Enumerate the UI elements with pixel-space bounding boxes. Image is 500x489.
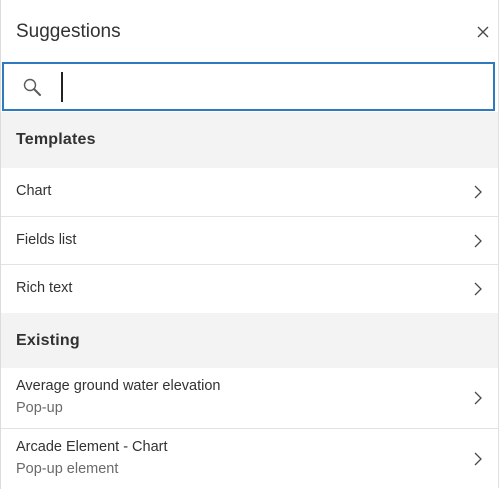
list-item-sublabel: Pop-up — [16, 400, 63, 416]
chevron-right-icon — [474, 234, 482, 248]
search-icon — [23, 78, 41, 96]
list-item-chart[interactable]: Chart — [1, 168, 498, 216]
panel-header: Suggestions — [0, 0, 499, 62]
search-box[interactable] — [2, 62, 495, 111]
chevron-right-icon — [474, 282, 482, 296]
close-icon — [477, 26, 489, 38]
list-item-arcade-element-chart[interactable]: Arcade Element - Chart Pop-up element — [1, 428, 498, 488]
list-item-label: Rich text — [16, 280, 73, 296]
text-caret — [61, 72, 63, 102]
list-item-average-ground-water-elevation[interactable]: Average ground water elevation Pop-up — [1, 368, 498, 428]
group-header-templates: Templates — [1, 112, 498, 168]
suggestions-panel: Suggestions Templates Chart Fields list … — [0, 0, 499, 489]
group-header-existing: Existing — [1, 313, 498, 368]
list-item-label: Arcade Element - Chart — [16, 439, 168, 455]
list-item-label: Chart — [16, 183, 52, 199]
chevron-right-icon — [474, 452, 482, 466]
search-input[interactable] — [68, 70, 482, 106]
group-title: Existing — [16, 332, 80, 349]
list-item-rich-text[interactable]: Rich text — [1, 264, 498, 313]
list-item-fields-list[interactable]: Fields list — [1, 216, 498, 264]
list-item-sublabel: Pop-up element — [16, 461, 119, 477]
close-button[interactable] — [471, 20, 495, 44]
chevron-right-icon — [474, 391, 482, 405]
list-item-label: Average ground water elevation — [16, 378, 221, 394]
list-item-label: Fields list — [16, 232, 77, 248]
panel-title: Suggestions — [16, 21, 121, 42]
chevron-right-icon — [474, 185, 482, 199]
group-title: Templates — [16, 131, 96, 148]
